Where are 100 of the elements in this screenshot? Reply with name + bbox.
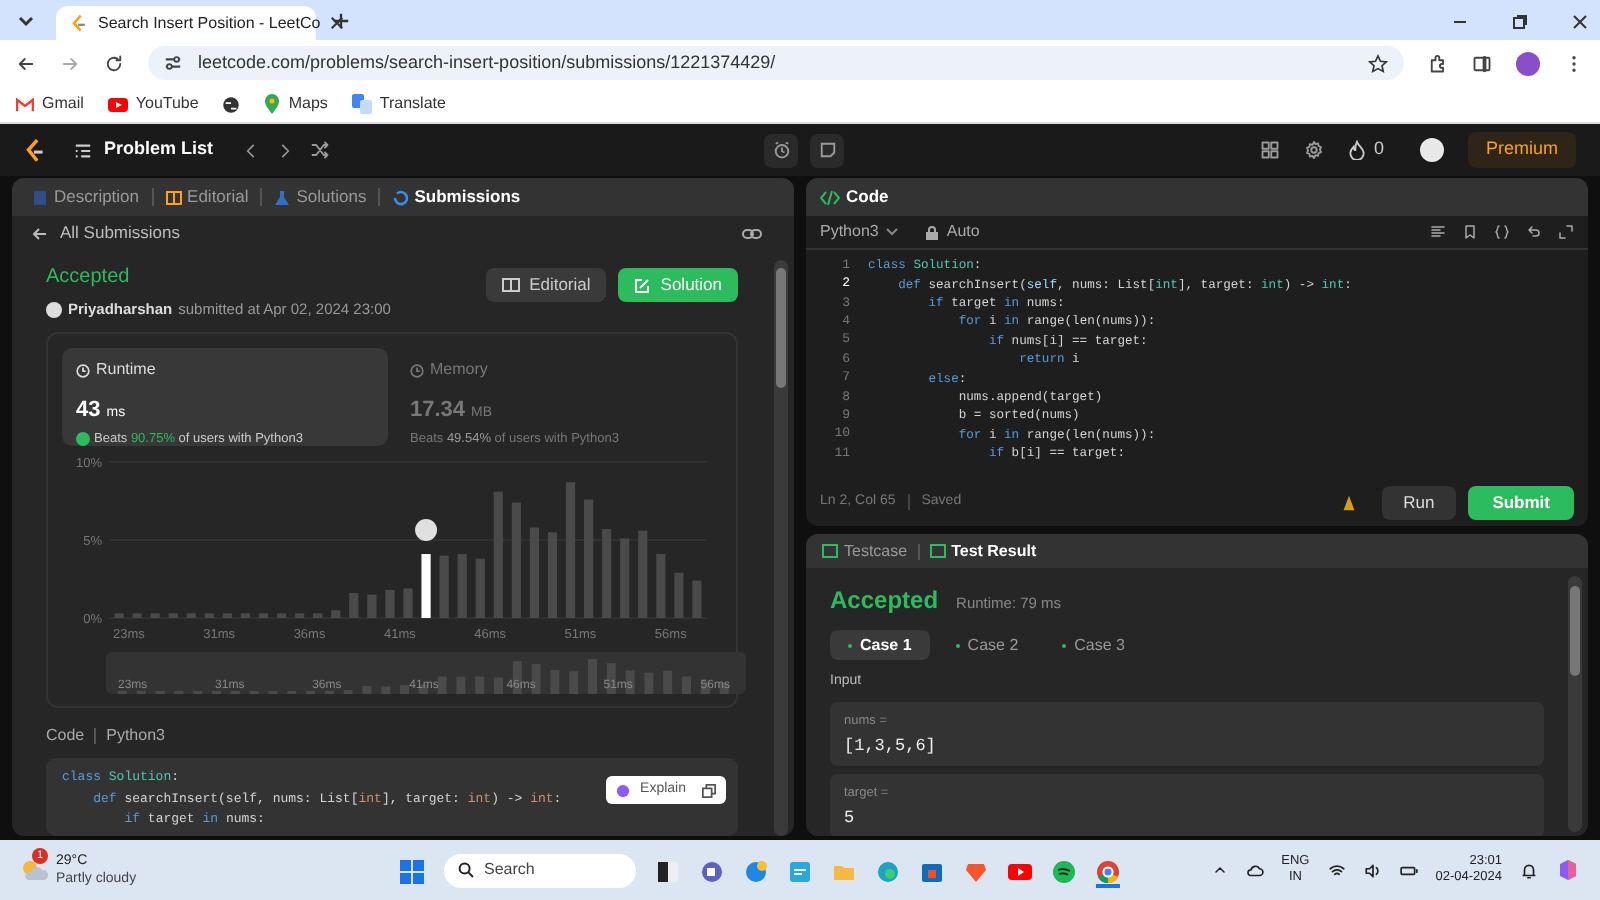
status-text: Accepted <box>46 264 132 292</box>
mail-icon <box>16 97 34 111</box>
histogram-bar <box>421 554 431 619</box>
case-tab[interactable]: Case 2 <box>937 630 1037 660</box>
cloud-icon[interactable] <box>1245 861 1264 879</box>
checkbox-icon <box>822 544 838 558</box>
panel-title: Code <box>846 184 889 210</box>
settings-icon[interactable] <box>1303 140 1324 160</box>
run-button[interactable]: Run <box>1381 485 1457 519</box>
histogram-bar <box>511 503 521 619</box>
input-value: 5 <box>844 806 857 832</box>
case-tab[interactable]: Case 3 <box>1044 630 1144 660</box>
bookmark[interactable]: Translate <box>351 92 446 116</box>
map-pin-icon <box>264 94 281 114</box>
histogram-bar <box>240 613 251 619</box>
previous-icon[interactable] <box>241 141 260 159</box>
site-settings-icon[interactable] <box>164 54 182 72</box>
panel-tab[interactable]: Testcase <box>822 539 908 563</box>
notification-icon[interactable] <box>1520 861 1538 879</box>
panel-tab[interactable]: Editorial <box>161 184 253 210</box>
histogram-bar <box>547 532 558 619</box>
histogram-bar <box>150 613 160 619</box>
extensions-icon[interactable] <box>1428 53 1448 73</box>
language-label: Python3 <box>106 724 165 749</box>
streak-counter[interactable]: 0 <box>1347 136 1384 164</box>
stat-title: Memory <box>430 358 488 383</box>
terminal-icon <box>929 544 946 558</box>
chevron-up-icon[interactable] <box>1211 862 1228 878</box>
flask-icon <box>274 189 291 205</box>
histogram-bar <box>602 529 612 619</box>
scrollbar[interactable] <box>1568 576 1582 832</box>
layout-icon[interactable] <box>1259 140 1280 160</box>
histogram-bar <box>457 554 467 619</box>
bookmark[interactable]: Gmail <box>16 92 84 116</box>
notes-button[interactable] <box>810 133 844 167</box>
code-icon <box>820 189 840 205</box>
histogram-bar <box>565 482 576 619</box>
search-icon <box>458 862 474 878</box>
stat-value: 17.34 <box>410 396 466 427</box>
bookmark[interactable]: Maps <box>264 92 328 116</box>
reload-icon[interactable] <box>104 53 124 73</box>
close-icon[interactable] <box>1572 14 1588 30</box>
histogram-bar <box>529 528 539 619</box>
url-text: leetcode.com/problems/search-insert-position/submissions/1221374429/ <box>198 49 776 76</box>
translate-icon <box>351 94 372 114</box>
address-bar[interactable]: leetcode.com/problems/search-insert-position/submissions/1221374429/ <box>148 46 1404 80</box>
shuffle-icon[interactable] <box>309 140 330 160</box>
panel-tab[interactable]: Submissions <box>388 184 525 210</box>
language-dropdown[interactable]: Python3 <box>820 220 899 244</box>
histogram-bar <box>475 559 485 619</box>
debug-icon[interactable] <box>1339 493 1358 511</box>
bookmark-star-icon[interactable] <box>1368 53 1388 73</box>
leetcode-logo-icon[interactable] <box>24 137 46 163</box>
alarm-clock-icon <box>771 140 791 160</box>
copilot-icon[interactable] <box>1556 858 1580 882</box>
panel-tab[interactable]: Solutions <box>270 184 371 210</box>
bookmark-icon[interactable] <box>1462 224 1478 240</box>
problem-list-button[interactable]: Problem List <box>74 136 214 164</box>
play-icon <box>107 97 128 111</box>
case-tab[interactable]: Case 1 <box>830 630 930 660</box>
copy-icon <box>702 783 716 798</box>
wifi-icon[interactable] <box>1327 861 1346 879</box>
panel-tab[interactable]: Test Result <box>929 539 1037 563</box>
histogram-bar <box>403 588 413 619</box>
histogram-bar <box>313 613 323 619</box>
histogram-bar <box>222 613 232 619</box>
code-label: Code <box>46 724 85 749</box>
editorial-button[interactable]: Editorial <box>485 268 607 302</box>
globe-icon[interactable] <box>222 95 241 113</box>
beats-badge-icon <box>76 432 90 447</box>
histogram-bar <box>674 573 684 619</box>
edit-icon <box>634 277 651 293</box>
expand-icon[interactable] <box>1558 224 1574 240</box>
premium-button[interactable]: Premium <box>1467 132 1576 168</box>
histogram-bar <box>331 610 341 619</box>
braces-icon[interactable] <box>1494 224 1510 240</box>
histogram-bar <box>584 499 594 619</box>
side-panel-icon[interactable] <box>1472 53 1492 73</box>
close-icon[interactable] <box>330 16 345 30</box>
profile-avatar[interactable] <box>1419 138 1444 162</box>
scrollbar[interactable] <box>774 260 788 836</box>
battery-icon[interactable] <box>1399 861 1418 879</box>
all-submissions-link[interactable]: All Submissions <box>32 220 180 246</box>
format-icon[interactable] <box>1430 224 1446 240</box>
search-field[interactable]: Search <box>444 853 636 887</box>
link-icon[interactable] <box>742 225 762 241</box>
sparkle-icon <box>616 783 631 798</box>
stat-title: Runtime <box>96 358 156 383</box>
speaker-icon[interactable] <box>1363 861 1382 879</box>
new-tab-icon[interactable] <box>332 12 350 30</box>
undo-icon[interactable] <box>1526 224 1542 240</box>
timer-button[interactable] <box>764 133 798 167</box>
histogram-bar <box>204 613 214 619</box>
tab-title: Search Insert Position - LeetCo <box>98 11 321 35</box>
restore-icon[interactable] <box>1512 14 1528 30</box>
bookmark[interactable]: YouTube <box>107 92 199 116</box>
panel-tab[interactable]: Description <box>28 184 144 210</box>
auto-mode[interactable]: Auto <box>926 220 980 244</box>
back-icon[interactable] <box>16 53 36 73</box>
list-icon <box>74 141 92 159</box>
